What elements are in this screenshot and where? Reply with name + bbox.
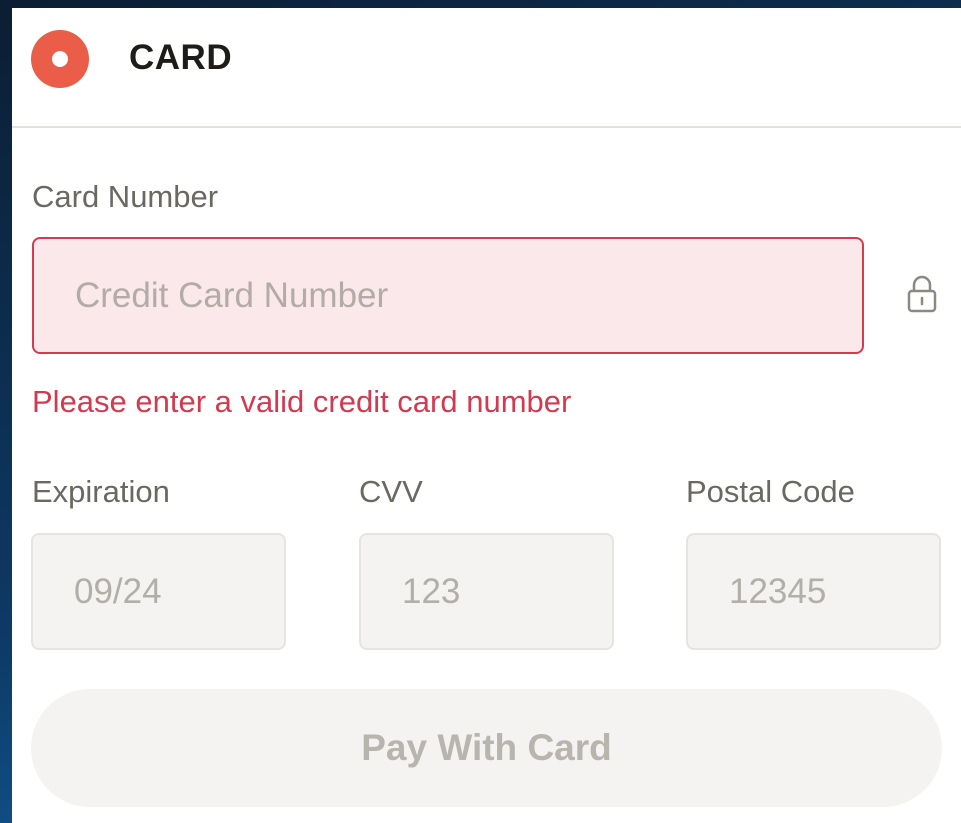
card-number-input[interactable] bbox=[32, 237, 864, 354]
postal-code-input[interactable] bbox=[686, 533, 941, 650]
card-payment-panel: CARD Card Number Please enter a valid cr… bbox=[12, 8, 961, 823]
cvv-input[interactable] bbox=[359, 533, 614, 650]
radio-selected-dot bbox=[52, 51, 68, 67]
expiration-input[interactable] bbox=[31, 533, 286, 650]
payment-method-title: CARD bbox=[129, 38, 233, 77]
postal-code-label: Postal Code bbox=[686, 474, 855, 509]
cvv-label: CVV bbox=[359, 474, 423, 509]
card-number-error: Please enter a valid credit card number bbox=[32, 384, 572, 419]
expiration-label: Expiration bbox=[32, 474, 170, 509]
card-number-label: Card Number bbox=[32, 179, 219, 214]
payment-method-header[interactable]: CARD bbox=[12, 8, 961, 128]
payment-method-radio[interactable] bbox=[31, 30, 89, 88]
lock-icon bbox=[907, 275, 937, 313]
pay-with-card-button[interactable]: Pay With Card bbox=[31, 689, 942, 807]
